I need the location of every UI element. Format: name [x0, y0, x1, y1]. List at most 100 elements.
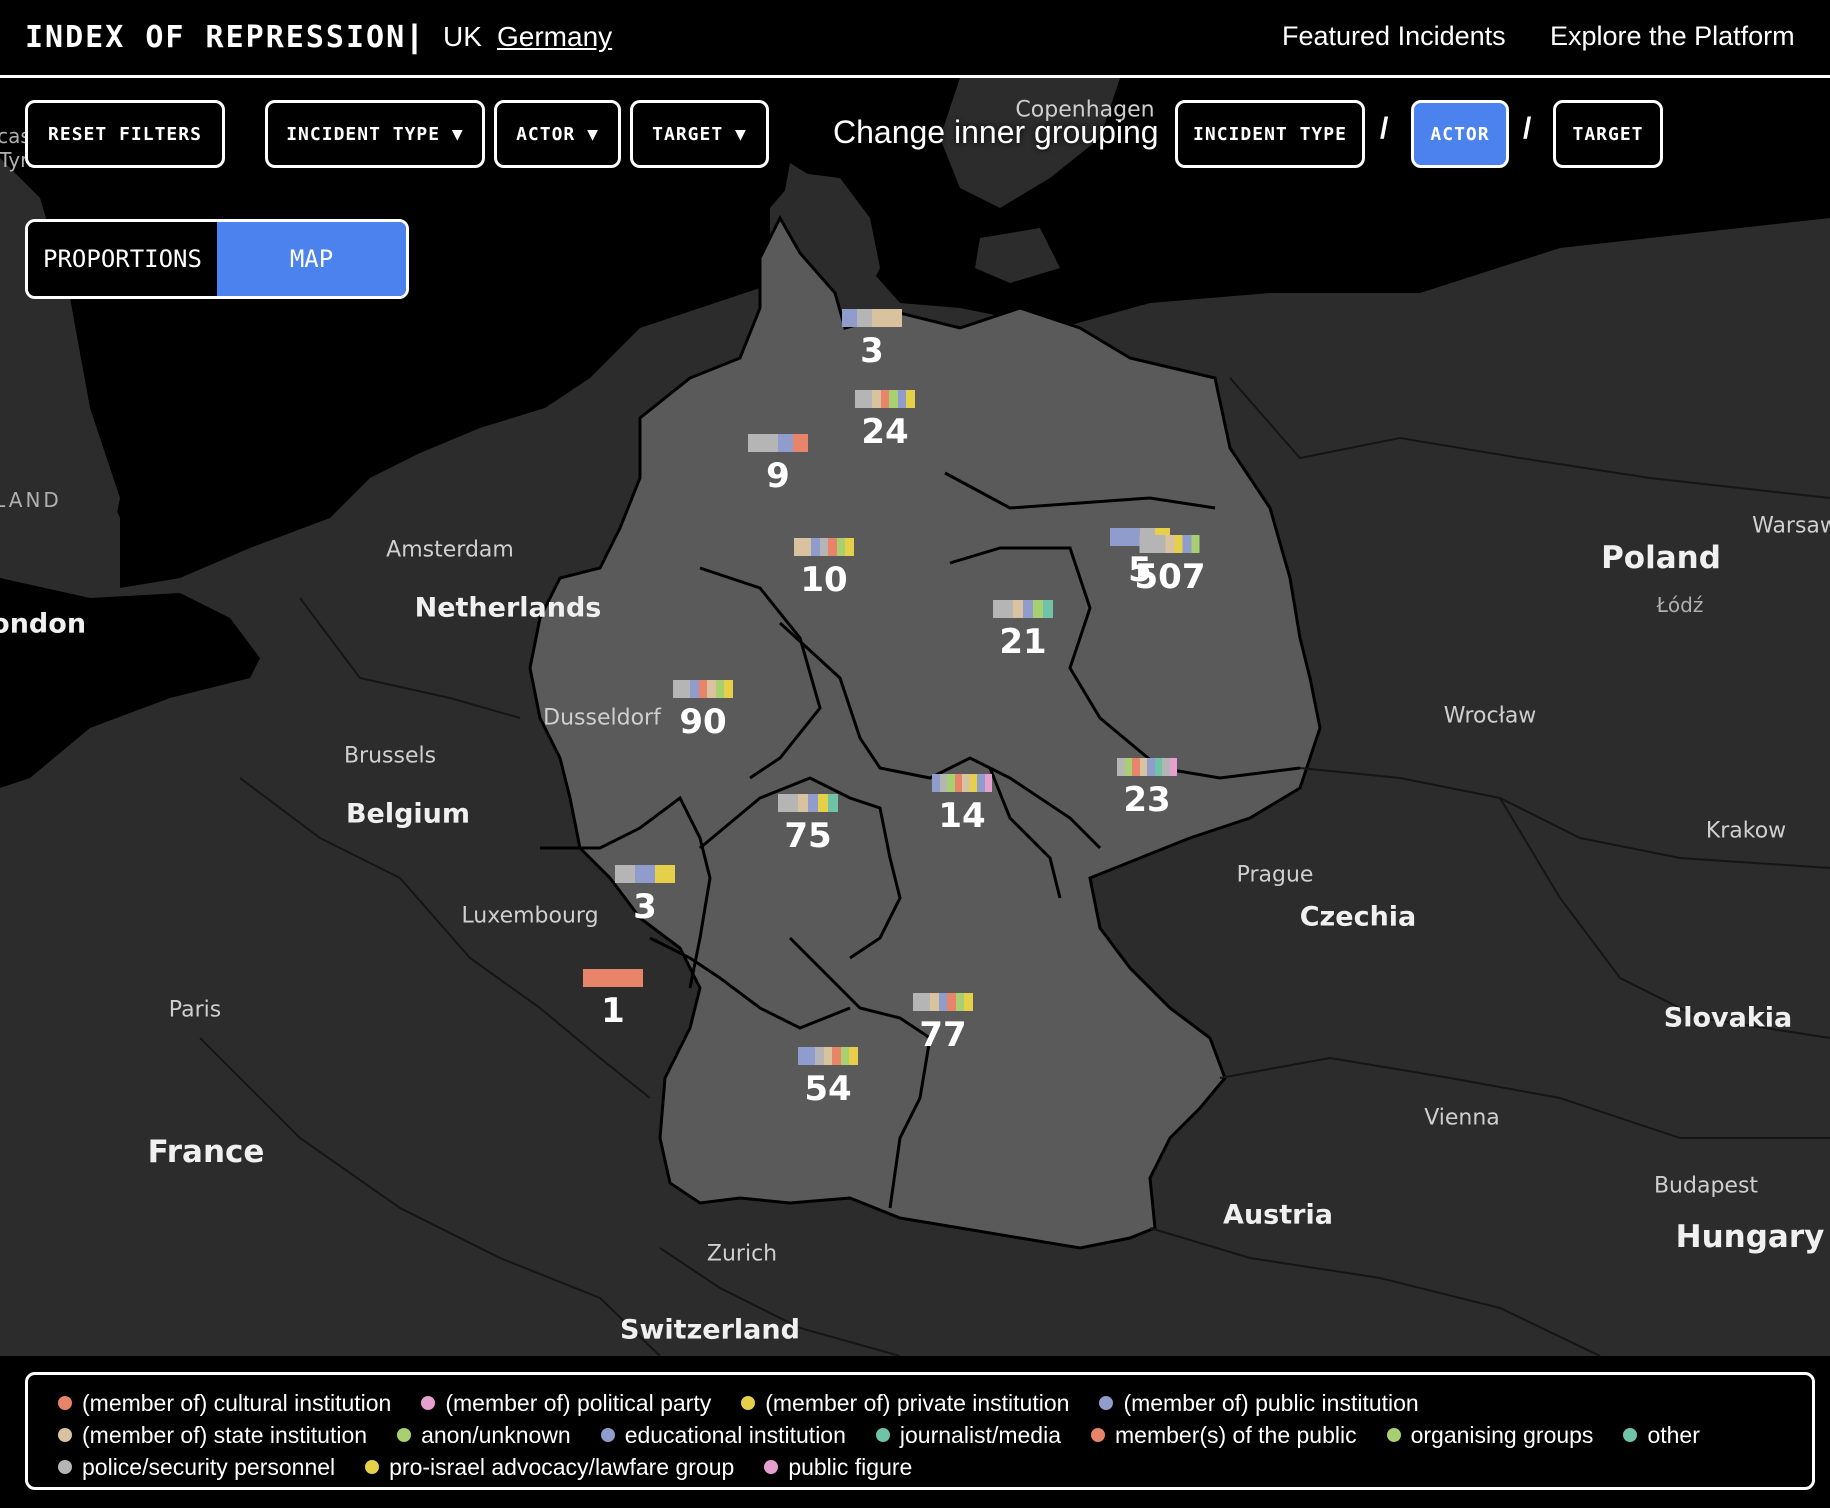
region-marker[interactable]: 75 [778, 794, 838, 856]
country-link-uk[interactable]: UK [443, 21, 482, 53]
proportions-view-button[interactable]: PROPORTIONS [28, 222, 217, 296]
legend-item[interactable]: public figure [764, 1451, 912, 1483]
region-count: 75 [784, 816, 832, 856]
region-marker[interactable]: 21 [993, 600, 1053, 662]
grouping-separator: / [1380, 112, 1389, 145]
actor-proportion-bar [615, 865, 675, 883]
actor-proportion-bar [993, 600, 1053, 618]
legend-color-dot [58, 1428, 72, 1442]
actor-segment [842, 309, 857, 327]
legend-item[interactable]: (member of) state institution [58, 1419, 367, 1451]
actor-segment [815, 1047, 824, 1065]
actor-segment [863, 390, 873, 408]
actor-segment [962, 774, 970, 792]
view-toggle: PROPORTIONS MAP [25, 219, 409, 299]
actor-segment [798, 1047, 807, 1065]
actor-segment [1139, 758, 1147, 776]
region-marker[interactable]: 9 [748, 434, 808, 496]
target-filter-dropdown[interactable]: TARGET ▼ [630, 100, 769, 168]
actor-segment [690, 680, 699, 698]
actor-segment [977, 774, 985, 792]
legend-color-dot [58, 1396, 72, 1410]
site-brand[interactable]: INDEX OF REPRESSION [25, 20, 406, 55]
actor-segment [828, 794, 838, 812]
legend-item[interactable]: police/security personnel [58, 1451, 335, 1483]
actor-segment [748, 434, 763, 452]
actor-segment [932, 774, 940, 792]
region-marker[interactable]: 54 [798, 1047, 858, 1109]
actor-segment [1043, 600, 1053, 618]
actor-segment [673, 680, 682, 698]
map-view-button[interactable]: MAP [217, 222, 406, 296]
region-marker[interactable]: 1 [583, 969, 643, 1031]
region-marker[interactable]: 3 [615, 865, 675, 927]
actor-segment [1169, 758, 1177, 776]
region-marker[interactable]: 3 [842, 309, 902, 371]
actor-segment [798, 794, 808, 812]
legend-label: other [1647, 1421, 1700, 1448]
city-label-dusseldorf: Dusseldorf [543, 705, 661, 731]
legend-color-dot [1386, 1428, 1401, 1442]
actor-segment [836, 538, 846, 556]
region-marker[interactable]: 24 [855, 390, 915, 452]
legend-item[interactable]: journalist/media [875, 1419, 1061, 1451]
actor-segment [828, 538, 837, 556]
actor-segment [955, 993, 965, 1011]
actor-segment [615, 865, 635, 883]
actor-segment [1033, 600, 1043, 618]
region-marker[interactable]: 14 [932, 774, 992, 836]
country-label-netherlands: Netherlands [414, 592, 602, 624]
actor-segment [1191, 535, 1200, 553]
legend-item[interactable]: (member of) private institution [741, 1387, 1069, 1419]
actor-proportion-bar [842, 309, 902, 327]
actor-filter-dropdown[interactable]: ACTOR ▼ [494, 100, 621, 168]
legend-item[interactable]: pro-israel advocacy/lawfare group [365, 1451, 734, 1483]
actor-segment [635, 865, 655, 883]
city-label-prague: Prague [1236, 862, 1314, 888]
country-link-germany[interactable]: Germany [497, 21, 612, 53]
grouping-actor-button[interactable]: ACTOR [1411, 100, 1509, 168]
incident-type-filter-dropdown[interactable]: INCIDENT TYPE ▼ [265, 100, 485, 168]
legend-color-dot [875, 1428, 890, 1442]
legend-item[interactable]: educational institution [600, 1419, 846, 1451]
legend-item[interactable]: (member of) public institution [1099, 1387, 1419, 1419]
city-label-luxembourg: Luxembourg [461, 903, 599, 929]
region-marker[interactable]: 77 [913, 993, 973, 1055]
actor-proportion-bar [1139, 535, 1200, 553]
actor-segment [855, 390, 864, 408]
reset-filters-button[interactable]: RESET FILTERS [25, 100, 225, 168]
region-count: 21 [999, 622, 1047, 662]
region-marker[interactable]: 10 [794, 538, 854, 600]
nav-featured-incidents[interactable]: Featured Incidents [1282, 21, 1506, 52]
legend-item[interactable]: (member of) political party [421, 1387, 711, 1419]
legend-label: organising groups [1410, 1421, 1594, 1448]
legend-color-dot [1623, 1428, 1638, 1442]
actor-segment [872, 309, 887, 327]
region-marker[interactable]: 90 [673, 680, 733, 742]
region-count: 507 [1134, 557, 1206, 597]
region-marker[interactable]: 23 [1117, 758, 1177, 820]
actor-segment [818, 794, 828, 812]
grouping-target-button[interactable]: TARGET [1553, 100, 1663, 168]
actor-segment [794, 538, 803, 556]
legend-item[interactable]: other [1623, 1419, 1700, 1451]
legend-color-dot [58, 1460, 72, 1474]
grouping-incident-type-button[interactable]: INCIDENT TYPE [1175, 100, 1365, 168]
actor-segment [1147, 758, 1155, 776]
region-count: 23 [1123, 780, 1171, 820]
region-marker[interactable]: 507 [1134, 535, 1206, 597]
city-label-budapest: Budapest [1653, 1173, 1759, 1199]
actor-proportion-bar [778, 794, 838, 812]
actor-segment [1013, 600, 1023, 618]
actor-segment [802, 538, 812, 556]
country-label-poland: Poland [1601, 540, 1721, 576]
legend-color-dot [421, 1396, 436, 1410]
legend-color-dot [365, 1460, 380, 1474]
legend-item[interactable]: member(s) of the public [1091, 1419, 1357, 1451]
legend-item[interactable]: organising groups [1386, 1419, 1594, 1451]
legend-item[interactable]: (member of) cultural institution [58, 1387, 391, 1419]
nav-explore-platform[interactable]: Explore the Platform [1550, 21, 1795, 52]
region-count: 24 [861, 412, 909, 452]
actor-segment [778, 434, 793, 452]
legend-item[interactable]: anon/unknown [397, 1419, 571, 1451]
